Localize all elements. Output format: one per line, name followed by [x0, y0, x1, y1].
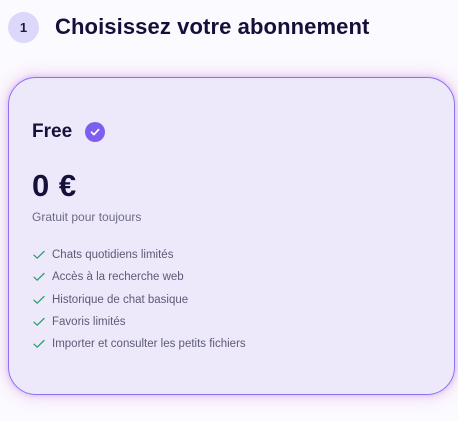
check-icon: [32, 337, 46, 351]
feature-item: Chats quotidiens limités: [32, 244, 246, 266]
feature-label: Favoris limités: [52, 316, 126, 329]
check-icon: [32, 270, 46, 284]
step-number-badge: 1: [8, 11, 39, 43]
check-icon: [32, 315, 46, 329]
feature-item: Accès à la recherche web: [32, 266, 246, 288]
feature-label: Chats quotidiens limités: [52, 249, 174, 262]
step-header: 1 Choisissez votre abonnement: [8, 10, 369, 44]
plan-price: 0 €: [32, 168, 77, 203]
feature-label: Historique de chat basique: [52, 293, 189, 306]
feature-list: Chats quotidiens limités Accès à la rech…: [32, 244, 246, 355]
feature-item: Favoris limités: [32, 311, 246, 333]
plan-header: Free: [32, 121, 106, 143]
feature-label: Importer et consulter les petits fichier…: [52, 338, 246, 351]
check-icon: [32, 248, 46, 262]
page-title: Choisissez votre abonnement: [55, 14, 370, 39]
plan-name: Free: [32, 121, 73, 142]
feature-item: Importer et consulter les petits fichier…: [32, 333, 246, 355]
feature-item: Historique de chat basique: [32, 289, 246, 311]
plan-subtitle: Gratuit pour toujours: [32, 210, 142, 224]
check-icon: [32, 293, 46, 307]
plan-card-free[interactable]: Free 0 € Gratuit pour toujours Chats quo…: [8, 77, 455, 395]
feature-label: Accès à la recherche web: [52, 271, 184, 284]
selected-check-icon: [85, 122, 106, 142]
